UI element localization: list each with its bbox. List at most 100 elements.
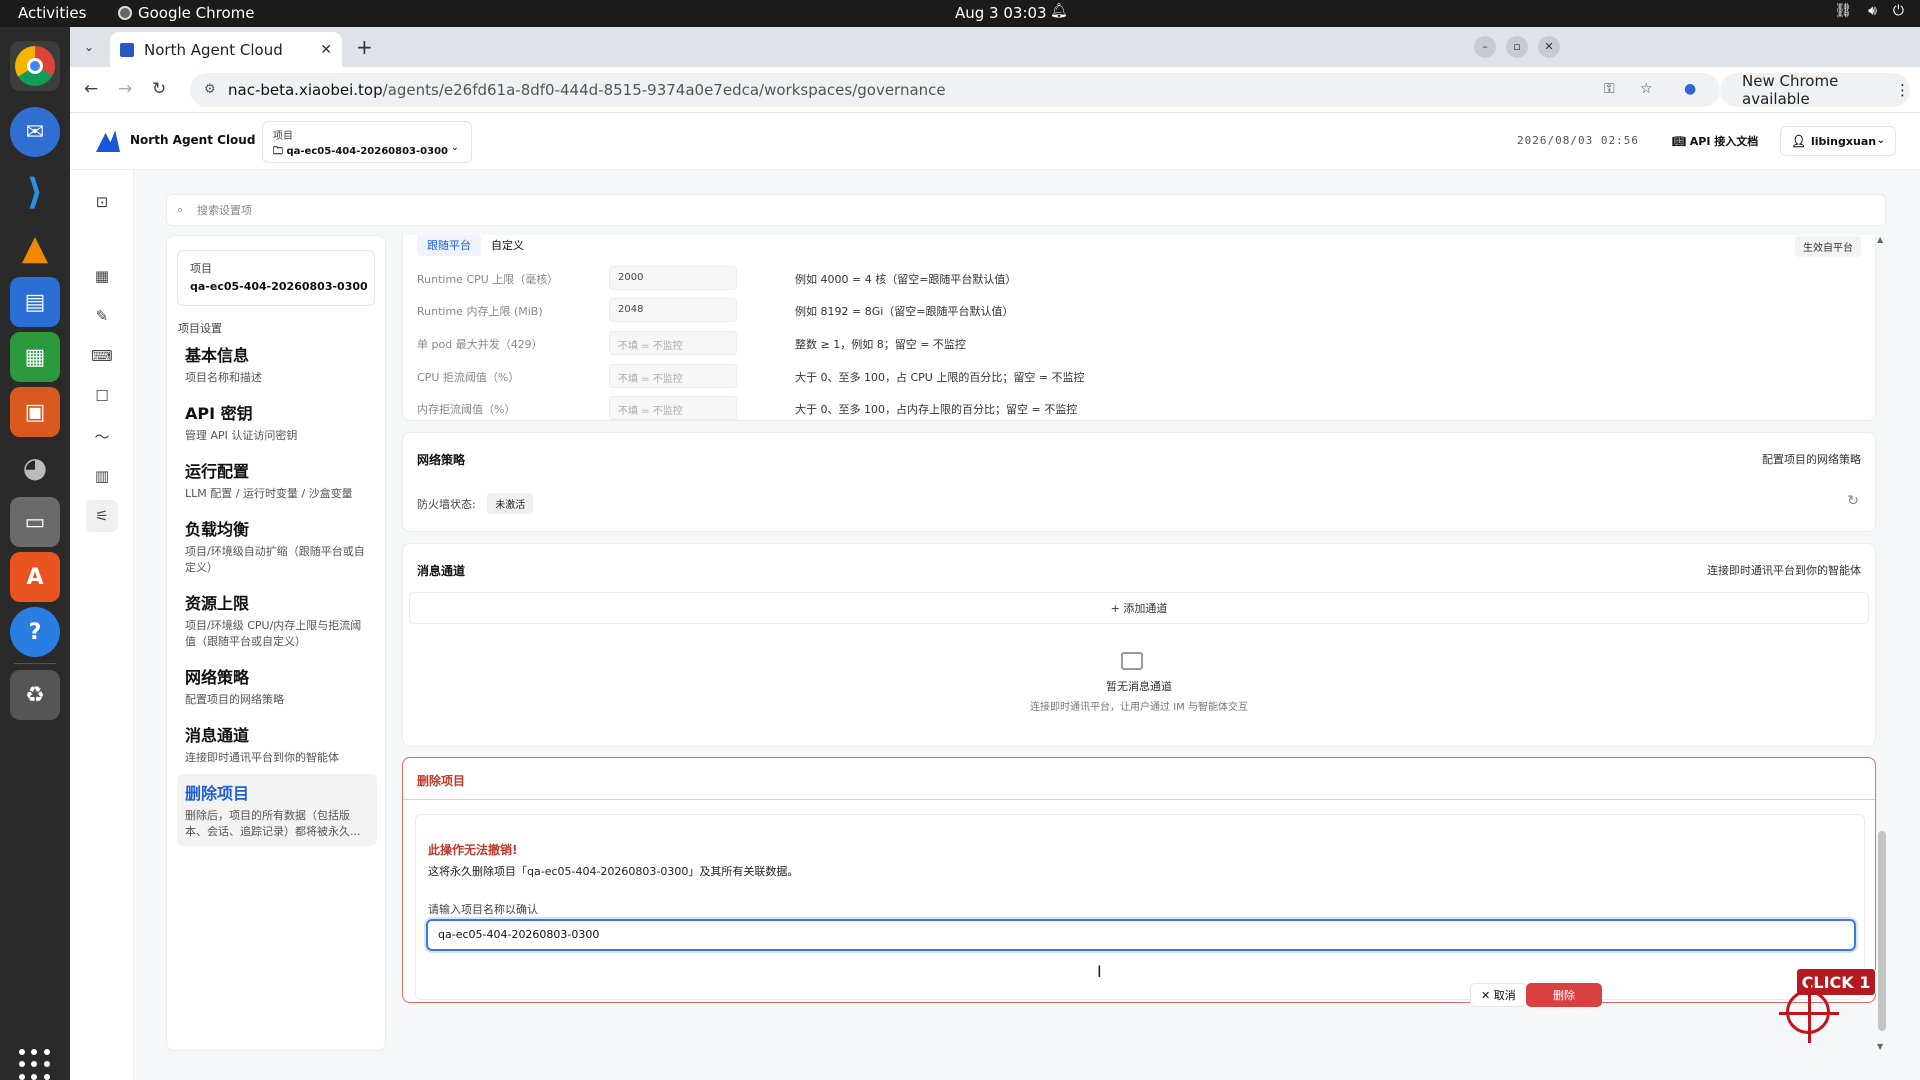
nav-item-desc: LLM 配置 / 运行时变量 / 沙盒变量 [185, 487, 353, 500]
delete-project-title: 删除项目 [417, 774, 466, 788]
tab-north-agent-cloud[interactable]: North Agent Cloud ✕ [110, 32, 342, 67]
dashboard-icon[interactable]: ▦ [86, 260, 118, 292]
settings-search-input[interactable]: ⌕ 搜索设置项 [166, 194, 1886, 226]
cancel-button[interactable]: ✕ 取消 [1470, 983, 1527, 1007]
firewall-status-badge: 未激活 [487, 493, 534, 514]
nav-item-title: 网络策略 [185, 668, 250, 687]
vscode-icon[interactable]: ⟩ [10, 167, 60, 217]
network-policy-desc: 配置项目的网络策略 [1762, 453, 1861, 466]
firewall-status-row: 防火墙状态: 未激活 [417, 493, 534, 514]
new-chrome-available-button[interactable]: New Chrome available ⋮ [1720, 72, 1910, 108]
gimp-icon[interactable]: ◕ [10, 442, 60, 492]
settings-nav-item-api-keys[interactable]: API 密钥 管理 API 认证访问密钥 [177, 394, 377, 450]
scroll-down-icon[interactable]: ▼ [1877, 1042, 1883, 1051]
help-icon[interactable]: ? [10, 607, 60, 657]
confirm-project-name-input[interactable]: qa-ec05-404-20260803-0300 [426, 919, 1856, 951]
concurrency-input[interactable]: 不填 = 不监控 [609, 331, 737, 355]
limit-row-memory: Runtime 内存上限 (MiB) 2048 例如 8192 = 8Gi（留空… [417, 298, 1857, 322]
limit-label: CPU 拒流阈值（%） [417, 371, 520, 384]
profile-icon[interactable]: ● [1684, 81, 1696, 97]
settings-nav-item-basic-info[interactable]: 基本信息 项目名称和描述 [177, 336, 377, 392]
nav-item-title: 资源上限 [185, 594, 250, 613]
brand-name[interactable]: North Agent Cloud [130, 133, 255, 147]
book-icon: 📖︎ [1672, 135, 1690, 148]
clock[interactable]: Aug 3 03:03 [955, 4, 1047, 22]
close-window-icon[interactable]: ✕ [1538, 36, 1560, 58]
maximize-icon[interactable]: ▫ [1506, 36, 1528, 58]
nav-item-title: 消息通道 [185, 726, 250, 745]
app-menu[interactable]: Google Chrome [118, 4, 255, 22]
agent-icon[interactable]: ⊡ [86, 186, 118, 218]
app-center-icon[interactable]: A [10, 552, 60, 602]
edit-icon[interactable]: ✎ [86, 300, 118, 332]
password-key-icon[interactable]: ⚿ [1604, 81, 1615, 97]
back-icon[interactable]: ← [84, 79, 98, 99]
chat-icon[interactable]: ☐ [86, 380, 118, 412]
network-icon: ⛓ [1834, 3, 1853, 19]
reload-icon[interactable]: ↻ [152, 79, 166, 99]
files-icon[interactable]: ▭ [10, 497, 60, 547]
memory-threshold-input[interactable]: 不填 = 不监控 [609, 396, 737, 420]
kebab-menu-icon[interactable]: ⋮ [1895, 81, 1910, 99]
nav-item-desc: 项目/环境级 CPU/内存上限与拒流阈值（跟随平台或自定义） [185, 619, 362, 648]
show-apps-icon[interactable] [19, 1049, 51, 1080]
site-info-icon[interactable]: ⚙ [204, 82, 216, 97]
network-policy-card: 网络策略 配置项目的网络策略 防火墙状态: 未激活 ↻ [402, 432, 1876, 532]
settings-nav-item-delete-project[interactable]: 删除项目 删除后，项目的所有数据（包括版本、会话、追踪记录）都将被永久... [177, 774, 377, 846]
delete-project-card: 删除项目 此操作无法撤销! 这将永久删除项目「qa-ec05-404-20260… [402, 757, 1876, 1007]
chrome-dock-icon[interactable] [10, 41, 60, 91]
thunderbird-icon[interactable]: ✉ [10, 107, 60, 157]
settings-nav-item-resource-limits[interactable]: 资源上限项目/环境级 CPU/内存上限与拒流阈值（跟随平台或自定义） [177, 584, 377, 656]
activity-icon[interactable]: 〜 [86, 420, 118, 452]
refresh-icon[interactable]: ↻ [1847, 493, 1859, 509]
delete-confirm-button[interactable]: 删除 [1526, 983, 1602, 1007]
api-docs-link[interactable]: 📖︎ API 接入文档 [1672, 133, 1758, 149]
app-name: Google Chrome [138, 4, 255, 22]
message-channels-desc: 连接即时通讯平台到你的智能体 [1707, 564, 1861, 577]
nav-item-desc: 配置项目的网络策略 [185, 693, 284, 706]
governance-settings-icon[interactable]: ⚟ [86, 500, 118, 532]
tab-search-icon[interactable]: ⌄ [78, 36, 100, 58]
content-scrollbar[interactable]: ▲ ▼ [1877, 235, 1887, 1051]
trash-icon[interactable]: ♻ [10, 670, 60, 720]
calc-icon[interactable]: ▦ [10, 332, 60, 382]
folder-icon: 🗀 [273, 146, 287, 157]
tab-favicon-icon [120, 42, 134, 57]
settings-content: 跟随平台 自定义 生效自平台 Runtime CPU 上限（毫核） 2000 例… [402, 235, 1904, 1051]
activities-button[interactable]: Activities [18, 4, 86, 22]
system-tray[interactable]: ⛓ 🔊︎ ⏻ [1834, 3, 1904, 19]
vlc-icon[interactable]: ▲ [10, 223, 60, 273]
memory-limit-input[interactable]: 2048 [609, 298, 737, 322]
address-bar[interactable]: ⚙ nac-beta.xiaobei.top/agents/e26fd61a-8… [190, 73, 1720, 107]
system-top-bar: Activities Google Chrome Aug 3 03:03 🔔︎ … [0, 0, 1920, 27]
bar-chart-icon[interactable]: ▥ [86, 460, 118, 492]
project-selector-text: qa-ec05-404-20260803-0300 [286, 146, 448, 157]
new-tab-button[interactable]: + [356, 35, 373, 59]
north-agent-cloud-logo[interactable] [96, 130, 120, 152]
impress-icon[interactable]: ▣ [10, 387, 60, 437]
add-channel-button[interactable]: + 添加通道 [409, 592, 1869, 624]
user-name: libingxuan [1811, 134, 1877, 148]
settings-nav-item-network-policy[interactable]: 网络策略配置项目的网络策略 [177, 658, 377, 714]
settings-nav-item-message-channels[interactable]: 消息通道 连接即时通讯平台到你的智能体 [177, 716, 377, 772]
scrollbar-thumb[interactable] [1878, 831, 1886, 1031]
terminal-icon[interactable]: ⌨ [86, 340, 118, 372]
project-selector[interactable]: 项目 🗀 qa-ec05-404-20260803-0300 ⌄ [262, 121, 472, 163]
settings-nav-item-load-balancing[interactable]: 负载均衡 项目/环境级自动扩缩（跟随平台或自定义） [177, 510, 377, 582]
main-area: ⌕ 搜索设置项 项目 qa-ec05-404-20260803-0300 项目设… [134, 170, 1920, 1080]
cpu-limit-input[interactable]: 2000 [609, 266, 737, 290]
seg-follow-platform[interactable]: 跟随平台 [417, 235, 481, 256]
settings-nav-project: 项目 qa-ec05-404-20260803-0300 [177, 250, 375, 306]
forward-icon[interactable]: → [118, 79, 132, 99]
minimize-icon[interactable]: – [1474, 36, 1496, 58]
writer-icon[interactable]: ▤ [10, 277, 60, 327]
bookmark-star-icon[interactable]: ☆ [1640, 81, 1653, 97]
settings-nav-item-runtime-config[interactable]: 运行配置 LLM 配置 / 运行时变量 / 沙盒变量 [177, 452, 377, 508]
nav-item-desc: 项目名称和描述 [185, 371, 262, 384]
user-menu[interactable]: 👤︎ libingxuan ⌄ [1780, 126, 1896, 156]
app-header: North Agent Cloud 项目 🗀 qa-ec05-404-20260… [70, 113, 1920, 170]
seg-custom[interactable]: 自定义 [481, 235, 534, 256]
tab-close-icon[interactable]: ✕ [320, 42, 332, 58]
scroll-up-icon[interactable]: ▲ [1877, 235, 1883, 244]
cpu-threshold-input[interactable]: 不填 = 不监控 [609, 364, 737, 388]
